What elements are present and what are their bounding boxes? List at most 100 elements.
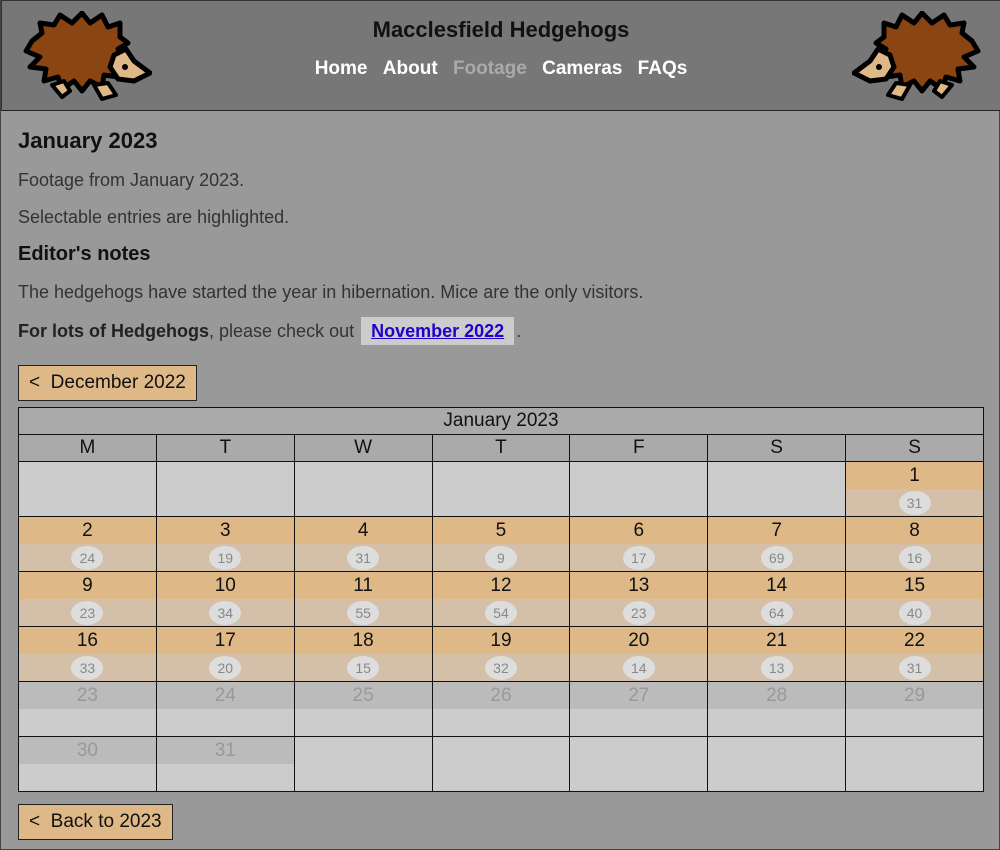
day-count-row: 24 <box>19 544 156 571</box>
day-number: 11 <box>294 572 432 599</box>
calendar-empty-cell <box>155 461 295 517</box>
day-number: 12 <box>432 572 570 599</box>
day-count-row: 23 <box>19 599 156 626</box>
clip-count-badge: 19 <box>209 545 242 570</box>
calendar-day-disabled: 25 <box>293 681 433 737</box>
calendar-day-selectable[interactable]: 13 23 <box>569 571 709 627</box>
calendar-empty-cell <box>293 461 433 517</box>
nav-cameras[interactable]: Cameras <box>542 58 622 79</box>
clip-count-badge: 54 <box>484 600 517 625</box>
day-count-row: 17 <box>570 544 708 571</box>
day-count-row: 14 <box>570 654 708 681</box>
calendar-day-selectable[interactable]: 14 64 <box>707 571 847 627</box>
nav-home[interactable]: Home <box>315 58 368 79</box>
clip-count-badge: 34 <box>209 600 242 625</box>
calendar-empty-cell <box>569 736 709 792</box>
day-count-row: 9 <box>432 544 570 571</box>
day-count-row: 34 <box>156 599 294 626</box>
weekday-header: T <box>155 434 295 462</box>
main-content: January 2023 Footage from January 2023. … <box>18 112 984 840</box>
calendar-empty-cell <box>431 461 571 517</box>
calendar-week-row: 23 24 25 26 27 28 29 <box>18 681 984 737</box>
calendar-day-selectable[interactable]: 59 <box>431 516 571 572</box>
day-count-row <box>157 764 294 791</box>
weekday-header: S <box>845 434 984 462</box>
calendar-day-selectable[interactable]: 10 34 <box>155 571 295 627</box>
day-number: 14 <box>708 572 846 599</box>
day-count-row <box>846 709 983 736</box>
day-count-row <box>433 709 570 736</box>
weekday-header: F <box>569 434 709 462</box>
calendar-day-selectable[interactable]: 9 23 <box>18 571 157 627</box>
day-count-row: 31 <box>846 489 983 516</box>
back-label: Back to 2023 <box>50 811 162 832</box>
calendar-week-row: 16 33 17 20 18 15 19 32 20 14 21 13 22 31 <box>18 626 984 682</box>
calendar-day-selectable[interactable]: 1 31 <box>845 461 984 517</box>
november-2022-link[interactable]: November 2022 <box>361 317 515 345</box>
day-number: 10 <box>156 572 294 599</box>
prev-month-button[interactable]: < December 2022 <box>18 365 197 401</box>
day-number: 9 <box>19 572 156 599</box>
day-count-row <box>19 764 156 791</box>
calendar-day-selectable[interactable]: 19 32 <box>431 626 571 682</box>
calendar-day-disabled: 24 <box>155 681 295 737</box>
calendar-day-selectable[interactable]: 11 55 <box>293 571 433 627</box>
recommendation: For lots of Hedgehogs, please check out … <box>18 317 984 345</box>
calendar-day-selectable[interactable]: 15 40 <box>845 571 984 627</box>
day-count-row: 20 <box>156 654 294 681</box>
calendar-day-selectable[interactable]: 7 69 <box>707 516 847 572</box>
clip-count-badge: 9 <box>484 545 517 570</box>
calendar-day-disabled: 23 <box>18 681 157 737</box>
chevron-left-icon: < <box>29 811 41 832</box>
day-count-row: 55 <box>294 599 432 626</box>
calendar-day-selectable[interactable]: 3 19 <box>155 516 295 572</box>
day-number: 26 <box>432 682 570 709</box>
calendar-day-disabled: 30 <box>18 736 157 792</box>
calendar-day-selectable[interactable]: 12 54 <box>431 571 571 627</box>
calendar-day-selectable[interactable]: 18 15 <box>293 626 433 682</box>
day-number: 1 <box>846 462 983 489</box>
notes-heading: Editor's notes <box>18 243 151 265</box>
clip-count-badge: 31 <box>347 545 380 570</box>
day-number: 28 <box>708 682 846 709</box>
calendar-day-selectable[interactable]: 6 17 <box>569 516 709 572</box>
recommend-bold: For lots of Hedgehogs <box>18 321 209 341</box>
day-count-row: 33 <box>19 654 156 681</box>
clip-count-badge: 31 <box>898 490 931 515</box>
calendar-day-selectable[interactable]: 22 31 <box>845 626 984 682</box>
day-number: 31 <box>156 737 294 764</box>
site-title: Macclesfield Hedgehogs <box>372 17 630 42</box>
back-to-year-button[interactable]: < Back to 2023 <box>18 804 173 840</box>
calendar-week-row: 2 24 3 19 4 31 5 9 6 17 7 69 8 16 <box>18 516 984 572</box>
nav-faqs[interactable]: FAQs <box>638 58 688 79</box>
calendar-day-selectable[interactable]: 20 14 <box>569 626 709 682</box>
calendar-day-selectable[interactable]: 8 16 <box>845 516 984 572</box>
day-number: 5 <box>432 517 570 544</box>
day-count-row: 16 <box>846 544 983 571</box>
day-count-row: 31 <box>846 654 983 681</box>
day-number: 6 <box>570 517 708 544</box>
main-nav: Home About Footage Cameras FAQs <box>2 58 1000 80</box>
calendar-day-selectable[interactable]: 21 13 <box>707 626 847 682</box>
day-number: 29 <box>846 682 983 709</box>
day-count-row <box>295 709 432 736</box>
clip-count-badge: 31 <box>898 655 931 680</box>
calendar-day-selectable[interactable]: 17 20 <box>155 626 295 682</box>
calendar-empty-cell <box>18 461 157 517</box>
calendar-day-selectable[interactable]: 16 33 <box>18 626 157 682</box>
clip-count-badge: 17 <box>622 545 655 570</box>
day-number: 7 <box>708 517 846 544</box>
day-number: 8 <box>846 517 983 544</box>
clip-count-badge: 64 <box>760 600 793 625</box>
hint-text: Selectable entries are highlighted. <box>18 207 290 227</box>
calendar-day-selectable[interactable]: 2 24 <box>18 516 157 572</box>
day-number: 16 <box>19 627 156 654</box>
day-number: 13 <box>570 572 708 599</box>
nav-footage[interactable]: Footage <box>453 58 527 79</box>
weekday-header: W <box>293 434 433 462</box>
day-number: 25 <box>294 682 432 709</box>
page-title: January 2023 <box>18 128 158 153</box>
nav-about[interactable]: About <box>383 58 438 79</box>
day-count-row <box>19 709 156 736</box>
calendar-day-selectable[interactable]: 4 31 <box>293 516 433 572</box>
